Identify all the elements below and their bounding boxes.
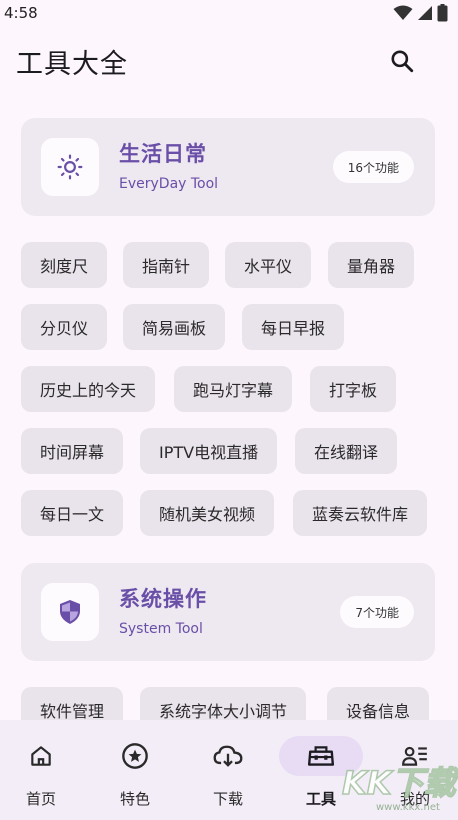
category-icon-box xyxy=(41,138,99,196)
category-icon-box xyxy=(41,583,99,641)
nav-label: 特色 xyxy=(119,790,150,808)
nav-item-download[interactable]: 下载 xyxy=(182,720,274,820)
battery-icon xyxy=(437,4,448,22)
nav-item-featured[interactable]: 特色 xyxy=(89,720,181,820)
category-title: 系统操作 xyxy=(119,587,207,611)
category-count-badge: 16个功能 xyxy=(332,151,414,183)
tool-chip-device-info[interactable]: 设备信息 xyxy=(327,687,430,720)
tool-chip-compass[interactable]: 指南针 xyxy=(123,242,210,288)
tool-chip-random-video[interactable]: 随机美女视频 xyxy=(140,490,275,536)
wifi-icon xyxy=(393,5,413,20)
tool-chip-lanzou-library[interactable]: 蓝奏云软件库 xyxy=(293,490,428,536)
tools-list[interactable]: 生活日常 EveryDay Tool 16个功能 刻度尺 指南针 水平仪 量角器… xyxy=(0,100,458,720)
category-title: 生活日常 xyxy=(119,142,207,166)
toolbox-icon xyxy=(307,746,335,766)
tool-chip-marquee[interactable]: 跑马灯字幕 xyxy=(174,366,293,412)
shield-icon xyxy=(60,600,80,624)
search-icon xyxy=(391,50,414,73)
nav-item-home[interactable]: 首页 xyxy=(0,720,87,820)
star-circle-icon xyxy=(122,743,148,769)
search-button[interactable] xyxy=(384,43,420,79)
tool-chip-protractor[interactable]: 量角器 xyxy=(328,242,415,288)
category-subtitle: System Tool xyxy=(119,621,203,637)
status-time: 4:58 xyxy=(4,4,38,22)
tool-chip-time-screen[interactable]: 时间屏幕 xyxy=(21,428,124,474)
tool-chip-translate[interactable]: 在线翻译 xyxy=(295,428,398,474)
tool-chip-app-manager[interactable]: 软件管理 xyxy=(21,687,124,720)
tool-chip-decibel-meter[interactable]: 分贝仪 xyxy=(21,304,108,350)
sun-icon xyxy=(57,154,83,180)
tool-chip-ruler[interactable]: 刻度尺 xyxy=(21,242,108,288)
tool-chip-level[interactable]: 水平仪 xyxy=(225,242,312,288)
category-card-everyday[interactable]: 生活日常 EveryDay Tool 16个功能 xyxy=(21,118,435,216)
cloud-download-icon xyxy=(213,745,243,767)
category-subtitle: EveryDay Tool xyxy=(119,176,219,192)
svg-text:www.kkx.net: www.kkx.net xyxy=(376,802,440,813)
home-icon xyxy=(31,746,51,766)
kk-watermark: KK下载 www.kkx.net xyxy=(341,763,458,813)
nav-label: 下载 xyxy=(212,790,243,808)
svg-text:KK下载: KK下载 xyxy=(342,764,458,802)
category-count-badge: 7个功能 xyxy=(340,596,414,628)
tool-chip-typing-board[interactable]: 打字板 xyxy=(310,366,397,412)
tool-chip-history-today[interactable]: 历史上的今天 xyxy=(21,366,156,412)
tool-chip-iptv[interactable]: IPTV电视直播 xyxy=(140,428,278,474)
signal-icon xyxy=(418,6,432,20)
tool-chip-font-size[interactable]: 系统字体大小调节 xyxy=(140,687,307,720)
category-card-system[interactable]: 系统操作 System Tool 7个功能 xyxy=(21,563,435,661)
status-bar: 4:58 xyxy=(0,0,458,26)
app-bar: 工具大全 xyxy=(0,36,458,86)
tool-chip-daily-news[interactable]: 每日早报 xyxy=(242,304,345,350)
page-title: 工具大全 xyxy=(16,48,128,80)
tool-chip-daily-article[interactable]: 每日一文 xyxy=(21,490,124,536)
status-icons xyxy=(393,4,448,22)
nav-label: 首页 xyxy=(25,790,56,808)
tool-chip-drawing-board[interactable]: 简易画板 xyxy=(123,304,226,350)
